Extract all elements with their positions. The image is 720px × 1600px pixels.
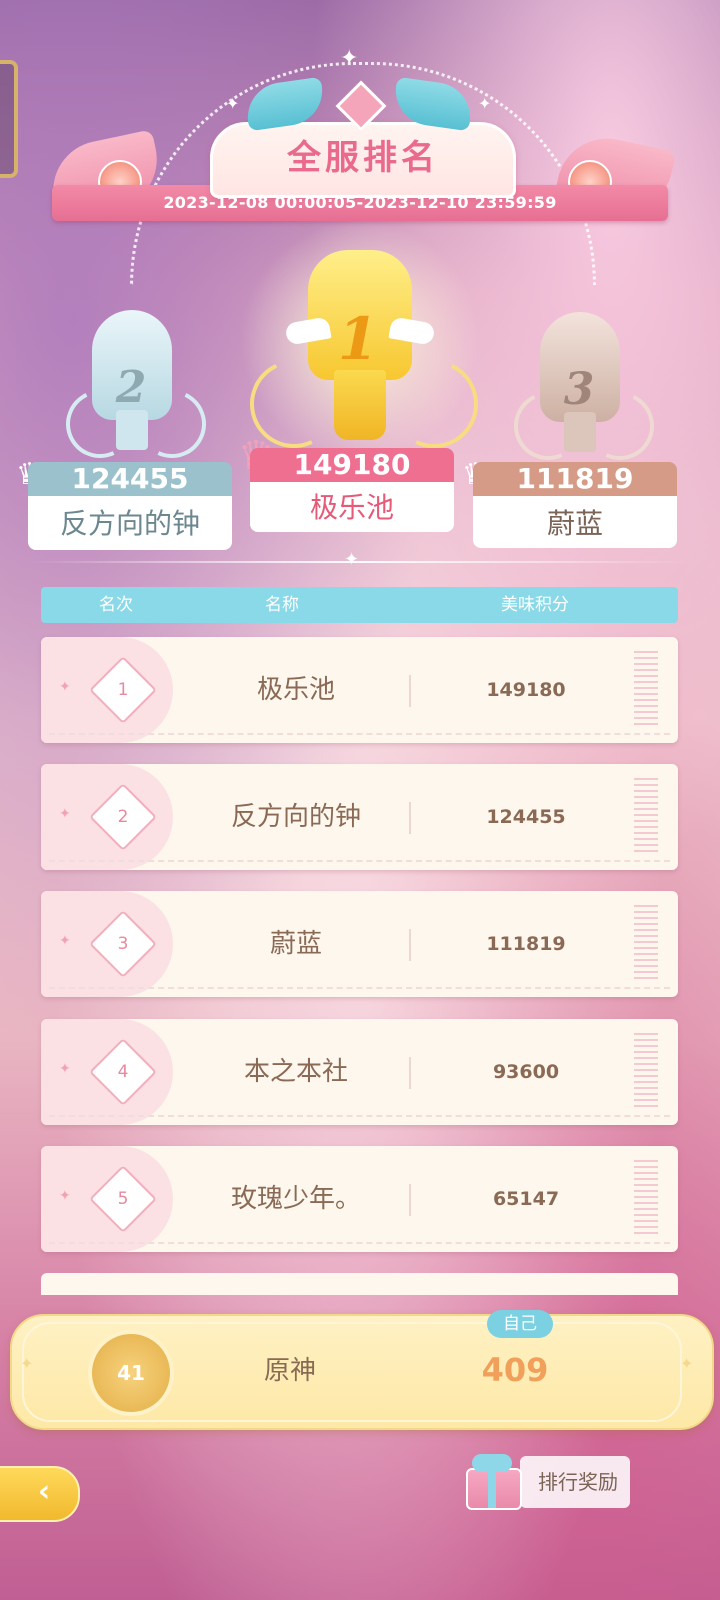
ticket-stripe-decoration bbox=[634, 905, 658, 983]
header-score: 美味积分 bbox=[501, 595, 569, 615]
podium-rank-2: 2 bbox=[115, 362, 147, 413]
table-row-partial[interactable] bbox=[41, 1273, 678, 1295]
podium-rank-3: 3 bbox=[563, 364, 595, 415]
table-row[interactable]: ✦ 1 极乐池 149180 bbox=[41, 637, 678, 743]
row-rank: 3 bbox=[117, 934, 129, 954]
sparkle-icon: ✦ bbox=[226, 94, 240, 113]
back-arrow-icon[interactable]: ‹ bbox=[24, 1474, 64, 1510]
ticket-stripe-decoration bbox=[634, 1160, 658, 1238]
row-rank: 2 bbox=[117, 807, 129, 827]
my-rank: 41 bbox=[117, 1361, 145, 1385]
page-title: 全服排名 bbox=[287, 138, 439, 178]
ticket-stripe-decoration bbox=[634, 778, 658, 856]
column-divider bbox=[409, 929, 411, 961]
ranking-reward-label[interactable]: 排行奖励 bbox=[520, 1456, 636, 1508]
divider bbox=[30, 561, 690, 563]
podium-3-name: 蔚蓝 bbox=[473, 496, 677, 548]
row-score: 65147 bbox=[492, 1188, 560, 1210]
header-name: 名称 bbox=[265, 595, 299, 615]
row-name: 反方向的钟 bbox=[230, 802, 361, 832]
my-name: 原神 bbox=[263, 1356, 316, 1386]
row-score: 111819 bbox=[486, 933, 566, 955]
sparkle-icon: ✦ bbox=[340, 46, 359, 71]
sparkle-icon: ✦ bbox=[59, 933, 71, 949]
sparkle-icon: ✦ bbox=[20, 1354, 34, 1373]
row-score: 124455 bbox=[486, 806, 566, 828]
ticket-stripe-decoration bbox=[634, 651, 658, 729]
row-rank: 5 bbox=[117, 1189, 129, 1209]
podium-3-score: 111819 bbox=[473, 462, 677, 496]
column-divider bbox=[409, 1057, 411, 1089]
table-row[interactable]: ✦ 3 蔚蓝 111819 bbox=[41, 891, 678, 997]
column-divider bbox=[409, 1184, 411, 1216]
podium-1-score: 149180 bbox=[250, 448, 454, 482]
self-badge: 自己 bbox=[487, 1310, 553, 1338]
sparkle-icon: ✦ bbox=[59, 1061, 71, 1077]
sparkle-icon: ✦ bbox=[680, 1354, 694, 1373]
row-name: 极乐池 bbox=[256, 675, 335, 705]
column-divider bbox=[409, 675, 411, 707]
sparkle-icon: ✦ bbox=[59, 806, 71, 822]
side-frame-decoration bbox=[0, 60, 18, 178]
row-rank: 4 bbox=[117, 1062, 129, 1082]
row-name: 玫瑰少年。 bbox=[230, 1184, 361, 1214]
row-name: 本之本社 bbox=[243, 1057, 348, 1087]
ticket-stripe-decoration bbox=[634, 1033, 658, 1111]
podium-rank-1: 1 bbox=[337, 305, 379, 373]
my-score: 409 bbox=[481, 1351, 549, 1389]
sparkle-icon: ✦ bbox=[478, 94, 492, 113]
column-divider bbox=[409, 802, 411, 834]
row-score: 149180 bbox=[486, 679, 566, 701]
podium-2-name: 反方向的钟 bbox=[28, 496, 232, 550]
gift-box-icon[interactable] bbox=[462, 1450, 522, 1510]
row-rank: 1 bbox=[117, 680, 129, 700]
sparkle-icon: ✦ bbox=[59, 679, 71, 695]
ranking-table-header: 名次 名称 美味积分 bbox=[41, 587, 678, 623]
podium-1-name: 极乐池 bbox=[250, 482, 454, 532]
podium-2-score: 124455 bbox=[28, 462, 232, 496]
row-score: 93600 bbox=[492, 1061, 560, 1083]
table-row[interactable]: ✦ 2 反方向的钟 124455 bbox=[41, 764, 678, 870]
row-name: 蔚蓝 bbox=[269, 929, 322, 959]
sparkle-icon: ✦ bbox=[344, 549, 360, 570]
table-row[interactable]: ✦ 4 本之本社 93600 bbox=[41, 1019, 678, 1125]
sparkle-icon: ✦ bbox=[59, 1188, 71, 1204]
table-row[interactable]: ✦ 5 玫瑰少年。 65147 bbox=[41, 1146, 678, 1252]
header-rank: 名次 bbox=[99, 595, 133, 615]
